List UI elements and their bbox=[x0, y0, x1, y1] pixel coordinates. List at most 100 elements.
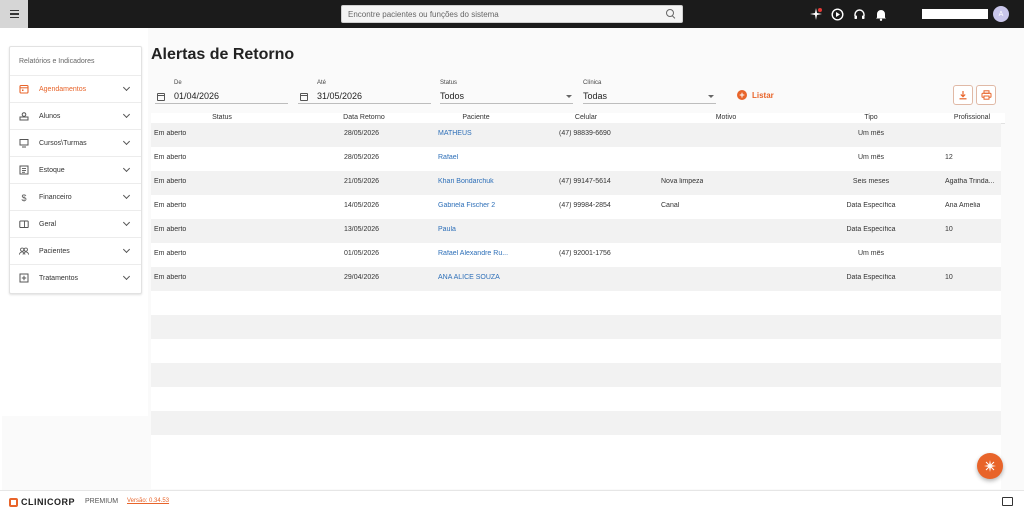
sparkle-icon[interactable] bbox=[808, 6, 824, 22]
cell-data-retorno: 13/05/2026 bbox=[344, 226, 380, 233]
print-button[interactable] bbox=[976, 85, 996, 105]
empty-row bbox=[151, 291, 1001, 315]
cell-motivo: Nova limpeza bbox=[661, 178, 704, 185]
table-row[interactable]: Em aberto 13/05/2026 Paula Data Específi… bbox=[151, 219, 1001, 243]
table-row[interactable]: Em aberto 28/05/2026 MATHEUS (47) 98839-… bbox=[151, 123, 1001, 147]
column-header-paciente[interactable]: Paciente bbox=[451, 114, 501, 121]
sidebar-item-label: Geral bbox=[39, 220, 57, 228]
table-row[interactable]: Em aberto 29/04/2026 ANA ALICE SOUZA Dat… bbox=[151, 267, 1001, 291]
cell-status: Em aberto bbox=[154, 226, 187, 233]
date-from-underline bbox=[155, 103, 288, 104]
chevron-down-icon[interactable] bbox=[708, 95, 714, 98]
play-circle-icon[interactable] bbox=[829, 6, 845, 22]
sidebar-item-financeiro[interactable]: $ Financeiro bbox=[10, 183, 141, 210]
date-to-field[interactable]: 31/05/2026 bbox=[317, 91, 362, 101]
sidebar-item-cursos-turmas[interactable]: Cursos\Turmas bbox=[10, 129, 141, 156]
hand-icon bbox=[19, 111, 29, 121]
sidebar-item-label: Alunos bbox=[39, 112, 61, 120]
cell-paciente-link[interactable]: Paula bbox=[438, 226, 456, 233]
sidebar-item-alunos[interactable]: Alunos bbox=[10, 102, 141, 129]
download-icon bbox=[959, 91, 967, 100]
cell-celular: (47) 92001-1756 bbox=[559, 250, 611, 257]
empty-row bbox=[151, 435, 1001, 459]
cell-profissional: Ana Amelia bbox=[945, 202, 981, 209]
chevron-down-icon bbox=[122, 191, 131, 200]
chevron-down-icon bbox=[122, 110, 131, 119]
cell-data-retorno: 14/05/2026 bbox=[344, 202, 380, 209]
search-icon[interactable] bbox=[666, 9, 676, 19]
cell-data-retorno: 01/05/2026 bbox=[344, 250, 380, 257]
column-header-profissional[interactable]: Profissional bbox=[944, 114, 1000, 121]
listar-label: Listar bbox=[752, 90, 774, 100]
cell-status: Em aberto bbox=[154, 178, 187, 185]
column-header-status[interactable]: Status bbox=[201, 114, 243, 121]
date-from-field[interactable]: 01/04/2026 bbox=[174, 91, 219, 101]
cell-paciente-link[interactable]: ANA ALICE SOUZA bbox=[438, 274, 500, 281]
cell-data-retorno: 29/04/2026 bbox=[344, 274, 380, 281]
table-row[interactable]: Em aberto 28/05/2026 Rafael Um mês 12 bbox=[151, 147, 1001, 171]
chevron-down-icon bbox=[122, 83, 131, 92]
dollar-icon: $ bbox=[19, 192, 29, 202]
cell-paciente-link[interactable]: Rafael Alexandre Ru... bbox=[438, 250, 508, 257]
sidebar-item-pacientes[interactable]: Pacientes bbox=[10, 237, 141, 264]
version-link[interactable]: Versão: 0.34.53 bbox=[127, 498, 169, 504]
cell-tipo: Data Específica bbox=[846, 202, 896, 209]
table-row[interactable]: Em aberto 21/05/2026 Khari Bondarchuk (4… bbox=[151, 171, 1001, 195]
left-panel-strip bbox=[0, 416, 2, 490]
cell-paciente-link[interactable]: MATHEUS bbox=[438, 130, 472, 137]
headset-icon[interactable] bbox=[851, 6, 867, 22]
column-header-motivo[interactable]: Motivo bbox=[701, 114, 751, 121]
avatar[interactable]: A bbox=[993, 6, 1009, 22]
empty-row bbox=[151, 315, 1001, 339]
empty-row bbox=[151, 459, 1001, 489]
empty-row bbox=[151, 411, 1001, 435]
cell-paciente-link[interactable]: Rafael bbox=[438, 154, 458, 161]
chevron-down-icon bbox=[122, 218, 131, 227]
sidebar-item-geral[interactable]: Geral bbox=[10, 210, 141, 237]
column-header-data-retorno[interactable]: Data Retorno bbox=[334, 114, 394, 121]
cell-data-retorno: 28/05/2026 bbox=[344, 130, 380, 137]
cell-paciente-link[interactable]: Gabriela Fischer 2 bbox=[438, 202, 495, 209]
edition-label: PREMIUM bbox=[85, 498, 119, 505]
search-box[interactable] bbox=[341, 5, 683, 23]
sidebar-item-estoque[interactable]: Estoque bbox=[10, 156, 141, 183]
sidebar-item-label: Pacientes bbox=[39, 247, 70, 255]
column-header-tipo[interactable]: Tipo bbox=[851, 114, 891, 121]
calendar-icon[interactable] bbox=[157, 93, 165, 101]
table-row[interactable]: Em aberto 01/05/2026 Rafael Alexandre Ru… bbox=[151, 243, 1001, 267]
column-header-celular[interactable]: Celular bbox=[561, 114, 611, 121]
download-button[interactable] bbox=[953, 85, 973, 105]
cell-profissional: 12 bbox=[945, 154, 953, 161]
bell-icon[interactable] bbox=[873, 6, 889, 22]
listar-button[interactable]: + Listar bbox=[737, 90, 774, 100]
menu-button[interactable] bbox=[0, 0, 28, 28]
clinica-select[interactable]: Todas bbox=[583, 91, 607, 101]
sidebar-item-agendamentos[interactable]: Agendamentos bbox=[10, 75, 141, 102]
chevron-down-icon bbox=[122, 137, 131, 146]
search-input[interactable] bbox=[348, 9, 666, 19]
cell-paciente-link[interactable]: Khari Bondarchuk bbox=[438, 178, 494, 185]
empty-row bbox=[151, 387, 1001, 411]
calendar-icon bbox=[19, 84, 29, 94]
cell-tipo: Data Específica bbox=[846, 274, 896, 281]
user-name-box[interactable] bbox=[922, 9, 988, 19]
status-select[interactable]: Todos bbox=[440, 91, 464, 101]
svg-text:$: $ bbox=[22, 193, 27, 202]
cell-data-retorno: 28/05/2026 bbox=[344, 154, 380, 161]
cell-status: Em aberto bbox=[154, 250, 187, 257]
table-row[interactable]: Em aberto 14/05/2026 Gabriela Fischer 2 … bbox=[151, 195, 1001, 219]
list-icon bbox=[19, 165, 29, 175]
sidebar-item-label: Estoque bbox=[39, 166, 65, 174]
sparkle-icon bbox=[984, 460, 996, 472]
empty-row bbox=[151, 339, 1001, 363]
people-icon bbox=[19, 246, 29, 256]
sidebar-item-tratamentos[interactable]: Tratamentos bbox=[10, 264, 141, 291]
cell-celular: (47) 99147-5614 bbox=[559, 178, 611, 185]
chat-icon[interactable] bbox=[1002, 497, 1013, 506]
sidebar-item-label: Agendamentos bbox=[39, 85, 87, 93]
assistant-fab-button[interactable] bbox=[977, 453, 1003, 479]
cell-celular: (47) 98839-6690 bbox=[559, 130, 611, 137]
sidebar-item-label: Tratamentos bbox=[39, 274, 79, 282]
calendar-icon[interactable] bbox=[300, 93, 308, 101]
chevron-down-icon[interactable] bbox=[566, 95, 572, 98]
